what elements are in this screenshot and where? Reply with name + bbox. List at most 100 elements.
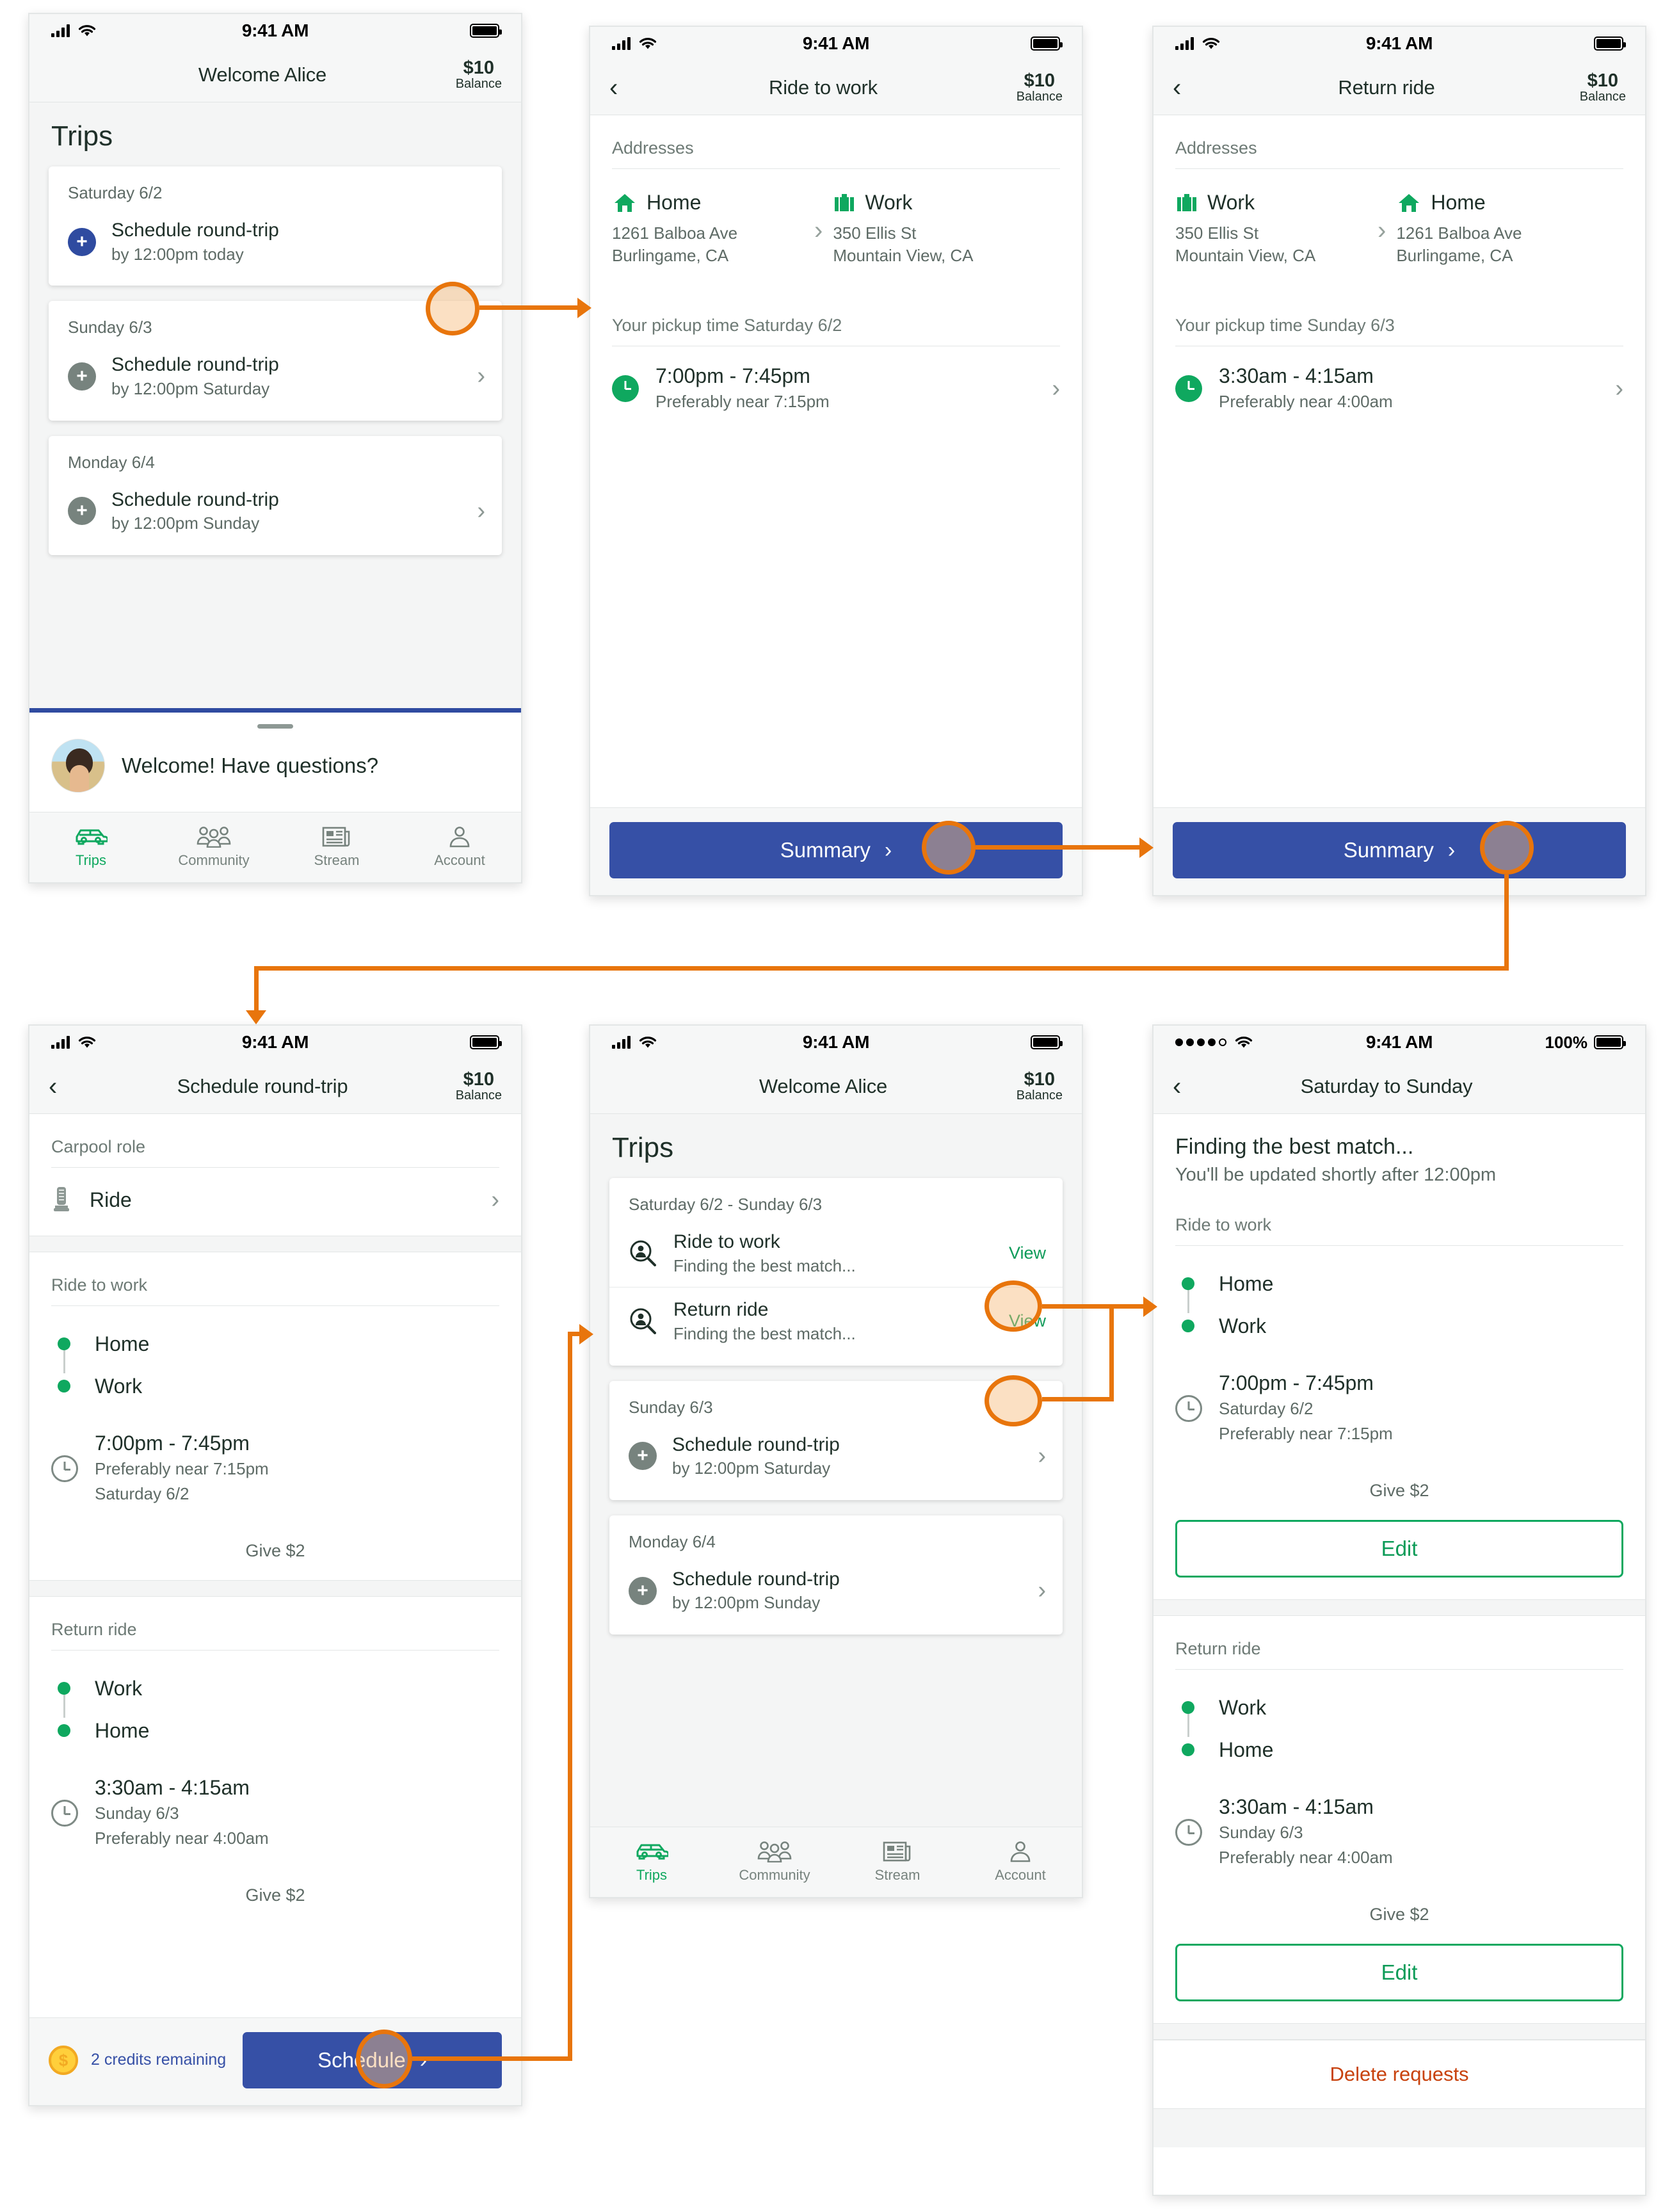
status-bar: 9:41 AM 100% bbox=[1154, 1026, 1645, 1059]
flow-arrow-head bbox=[1143, 1296, 1157, 1317]
scheduled-trip-card: Saturday 6/2 - Sunday 6/3 Ride to work F… bbox=[609, 1178, 1063, 1366]
tab-account[interactable]: Account bbox=[398, 812, 521, 882]
support-banner[interactable]: Welcome! Have questions? bbox=[29, 713, 521, 812]
clock-icon bbox=[51, 1799, 78, 1827]
back-button[interactable]: ‹ bbox=[1173, 75, 1198, 101]
status-title: Finding the best match... bbox=[1175, 1134, 1414, 1159]
leg1-stops: Home Work bbox=[51, 1306, 499, 1414]
flow-arrow-head bbox=[579, 1324, 593, 1344]
chevron-right-icon[interactable]: › bbox=[1607, 375, 1623, 403]
carpool-role-row[interactable]: Ride › bbox=[51, 1168, 499, 1236]
card-title: Ride to work bbox=[673, 1231, 780, 1252]
leg2-label: Return ride bbox=[51, 1597, 499, 1651]
schedule-row[interactable]: + Schedule round-trip by 12:00pm today › bbox=[49, 208, 502, 275]
balance-amount: $10 bbox=[463, 1069, 495, 1090]
pickup-time-row[interactable]: 3:30am - 4:15am Preferably near 4:00am › bbox=[1175, 346, 1623, 435]
chevron-right-icon[interactable]: › bbox=[483, 1186, 499, 1214]
view-button[interactable]: View bbox=[1000, 1243, 1046, 1263]
balance-indicator[interactable]: $10 Balance bbox=[1017, 70, 1063, 104]
time-detail-2: Preferably near 4:00am bbox=[95, 1829, 269, 1848]
pickup-time-row[interactable]: 7:00pm - 7:45pm Preferably near 7:15pm › bbox=[612, 346, 1060, 435]
stop-dot-icon bbox=[1182, 1701, 1194, 1715]
drag-handle[interactable] bbox=[257, 724, 293, 729]
nav-bar: Welcome Alice $10 Balance bbox=[29, 47, 521, 102]
newspaper-icon bbox=[322, 827, 350, 847]
tab-stream[interactable]: Stream bbox=[836, 1827, 959, 1897]
schedule-row[interactable]: + Schedule round-trip by 12:00pm Saturda… bbox=[609, 1423, 1063, 1490]
balance-indicator[interactable]: $10 Balance bbox=[1580, 70, 1626, 104]
time-range: 7:00pm - 7:45pm bbox=[95, 1432, 250, 1455]
back-button[interactable]: ‹ bbox=[49, 1074, 74, 1099]
footer: Summary › bbox=[590, 807, 1082, 895]
trips-list: Trips Saturday 6/2 + Schedule round-trip… bbox=[29, 102, 521, 708]
chevron-right-icon: › bbox=[884, 837, 892, 862]
tab-stream[interactable]: Stream bbox=[275, 812, 398, 882]
leg2-section: Return ride Work Home 3:30am - 4:15am Su… bbox=[29, 1597, 521, 1925]
balance-label: Balance bbox=[455, 77, 502, 92]
screen-trips-empty: 9:41 AM Welcome Alice $10 Balance Trips … bbox=[28, 13, 522, 884]
destination-line1: 1261 Balboa Ave bbox=[1396, 223, 1522, 243]
balance-indicator[interactable]: $10 Balance bbox=[456, 1069, 502, 1102]
card-text: Schedule round-trip by 12:00pm Saturday bbox=[111, 353, 469, 400]
chevron-right-icon[interactable]: › bbox=[469, 362, 485, 390]
stop-item: Work bbox=[1175, 1305, 1623, 1347]
carpool-role-value: Ride bbox=[90, 1188, 132, 1211]
tab-community[interactable]: Community bbox=[713, 1827, 836, 1897]
chevron-right-icon[interactable]: › bbox=[1030, 1577, 1046, 1604]
time-preference: Preferably near 7:15pm bbox=[655, 392, 830, 412]
tab-account[interactable]: Account bbox=[959, 1827, 1082, 1897]
destination-address: Work 350 Ellis St Mountain View, CA bbox=[833, 191, 1025, 267]
section-divider bbox=[29, 1236, 521, 1252]
stop-name: Work bbox=[1219, 1695, 1267, 1719]
flow-highlight-view-2 bbox=[985, 1375, 1042, 1426]
stop-item: Work bbox=[51, 1667, 499, 1709]
nav-bar: Welcome Alice $10 Balance bbox=[590, 1059, 1082, 1114]
chevron-right-icon[interactable]: › bbox=[469, 497, 485, 525]
clock-icon bbox=[612, 375, 639, 403]
stop-dot-icon bbox=[1182, 1277, 1194, 1290]
stop-name: Home bbox=[1219, 1271, 1274, 1295]
address-pair[interactable]: Home 1261 Balboa Ave Burlingame, CA › Wo… bbox=[612, 169, 1060, 293]
screen-return-ride: 9:41 AM ‹ Return ride $10 Balance Addres… bbox=[1152, 26, 1646, 896]
address-pair[interactable]: Work 350 Ellis St Mountain View, CA › Ho… bbox=[1175, 169, 1623, 293]
delete-requests-button[interactable]: Delete requests bbox=[1154, 2040, 1645, 2110]
summary-body: Finding the best match... You'll be upda… bbox=[1154, 1114, 1645, 2195]
tab-label: Stream bbox=[314, 852, 360, 868]
trip-card[interactable]: Saturday 6/2 + Schedule round-trip by 12… bbox=[49, 166, 502, 286]
destination-name: Home bbox=[1431, 191, 1486, 214]
trip-card[interactable]: Monday 6/4 + Schedule round-trip by 12:0… bbox=[609, 1515, 1063, 1635]
back-button[interactable]: ‹ bbox=[609, 75, 635, 101]
summary-button[interactable]: Summary › bbox=[1173, 822, 1626, 878]
balance-indicator[interactable]: $10 Balance bbox=[1017, 1069, 1063, 1102]
schedule-row[interactable]: + Schedule round-trip by 12:00pm Sunday … bbox=[609, 1557, 1063, 1624]
schedule-row[interactable]: + Schedule round-trip by 12:00pm Saturda… bbox=[49, 343, 502, 410]
chevron-right-icon[interactable]: › bbox=[1030, 1442, 1046, 1470]
scheduled-row[interactable]: Ride to work Finding the best match... V… bbox=[609, 1220, 1063, 1287]
flow-line bbox=[1504, 875, 1509, 971]
card-text: Schedule round-trip by 12:00pm today bbox=[111, 218, 469, 265]
balance-indicator[interactable]: $10 Balance bbox=[456, 58, 502, 91]
tab-trips[interactable]: Trips bbox=[29, 812, 152, 882]
destination-head: Work bbox=[833, 191, 1025, 214]
stop-dot-icon bbox=[1182, 1320, 1194, 1332]
nav-bar: ‹ Saturday to Sunday bbox=[1154, 1059, 1645, 1114]
back-button[interactable]: ‹ bbox=[1173, 1074, 1198, 1099]
chevron-right-icon[interactable]: › bbox=[1044, 375, 1060, 403]
schedule-row[interactable]: + Schedule round-trip by 12:00pm Sunday … bbox=[49, 478, 502, 545]
tab-label: Community bbox=[178, 852, 250, 868]
summary-button[interactable]: Summary › bbox=[609, 822, 1063, 878]
tab-trips[interactable]: Trips bbox=[590, 1827, 713, 1897]
trip-card[interactable]: Monday 6/4 + Schedule round-trip by 12:0… bbox=[49, 435, 502, 555]
edit-button[interactable]: Edit bbox=[1175, 1520, 1623, 1578]
edit-button[interactable]: Edit bbox=[1175, 1944, 1623, 2002]
home-icon bbox=[615, 193, 635, 212]
flow-line bbox=[412, 2056, 572, 2061]
tab-community[interactable]: Community bbox=[152, 812, 275, 882]
support-row[interactable]: Welcome! Have questions? bbox=[29, 739, 521, 798]
tab-label: Account bbox=[434, 852, 485, 868]
summary-label: Summary bbox=[1343, 838, 1434, 862]
destination-line1: 350 Ellis St bbox=[833, 223, 917, 243]
leg1-time-text: 7:00pm - 7:45pm Preferably near 7:15pm S… bbox=[95, 1432, 499, 1505]
destination-address: Home 1261 Balboa Ave Burlingame, CA bbox=[1396, 191, 1588, 267]
section-divider bbox=[29, 1580, 521, 1597]
